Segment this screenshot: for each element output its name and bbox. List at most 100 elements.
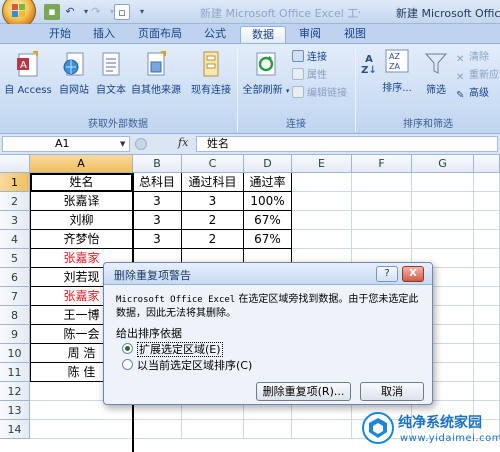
sheet-cell[interactable] [30, 420, 133, 439]
sheet-cell[interactable] [133, 420, 182, 439]
name-box[interactable]: A1 [2, 136, 130, 152]
current-selection-option[interactable]: 以当前选定区域排序(C) [122, 357, 252, 373]
connections-button[interactable]: 连接 [292, 50, 327, 65]
tab-home[interactable]: 开始 [40, 26, 80, 43]
row-header[interactable]: 12 [0, 382, 30, 401]
sheet-cell[interactable]: 3 [133, 230, 182, 249]
column-header[interactable]: C [182, 155, 244, 173]
sheet-cell[interactable] [474, 344, 500, 363]
tab-data[interactable]: 数据 [240, 26, 286, 43]
row-header[interactable]: 9 [0, 325, 30, 344]
save-icon[interactable]: ▪ [44, 4, 60, 20]
sheet-cell[interactable] [474, 363, 500, 382]
select-all-corner[interactable] [0, 155, 30, 173]
sheet-cell[interactable]: 姓名 [30, 173, 133, 192]
sheet-cell[interactable] [292, 211, 352, 230]
properties-button[interactable]: 属性 [292, 68, 327, 83]
help-button[interactable]: ? [376, 266, 398, 282]
edit-links-button[interactable]: 编辑链接 [292, 86, 347, 101]
customize-toolbar-icon[interactable]: ▾ [134, 4, 150, 20]
column-header[interactable] [474, 155, 500, 173]
tab-review[interactable]: 审阅 [290, 26, 330, 43]
sheet-cell[interactable]: 总科目 [133, 173, 182, 192]
sheet-cell[interactable] [474, 192, 500, 211]
sheet-cell[interactable]: 齐梦怡 [30, 230, 133, 249]
row-header[interactable]: 5 [0, 249, 30, 268]
filter-button[interactable]: 筛选 [420, 50, 452, 96]
remove-duplicates-button[interactable]: 删除重复项(R)... [256, 382, 351, 401]
sheet-cell[interactable] [182, 420, 244, 439]
sort-ascending-button[interactable]: A Z↓ [360, 54, 378, 76]
existing-connections-button[interactable]: 现有连接 [188, 50, 234, 96]
name-box-dropdown-icon[interactable]: ▼ [120, 140, 125, 148]
sheet-cell[interactable] [474, 325, 500, 344]
sheet-cell[interactable]: 通过科目 [182, 173, 244, 192]
column-header[interactable]: G [412, 155, 474, 173]
tab-formulas[interactable]: 公式 [195, 26, 235, 43]
row-header[interactable]: 4 [0, 230, 30, 249]
sheet-cell[interactable] [352, 192, 412, 211]
sheet-cell[interactable] [412, 192, 474, 211]
sheet-cell[interactable]: 张嘉译 [30, 192, 133, 211]
advanced-filter-button[interactable]: ✎ 高级 [456, 86, 489, 101]
sheet-cell[interactable] [412, 230, 474, 249]
sheet-cell[interactable] [474, 382, 500, 401]
row-header[interactable]: 1 [0, 173, 30, 192]
tab-view[interactable]: 视图 [335, 26, 375, 43]
close-button[interactable]: X [402, 266, 424, 282]
row-header[interactable]: 8 [0, 306, 30, 325]
print-preview-icon[interactable]: ▫ [114, 4, 130, 20]
sheet-cell[interactable]: 3 [182, 192, 244, 211]
row-header[interactable]: 2 [0, 192, 30, 211]
row-header[interactable]: 13 [0, 401, 30, 420]
redo-icon[interactable]: ↷ [88, 4, 104, 20]
tab-insert[interactable]: 插入 [84, 26, 124, 43]
sort-button[interactable]: AZ ZA 排序... [380, 48, 414, 94]
sheet-cell[interactable]: 3 [133, 192, 182, 211]
sheet-cell[interactable] [474, 230, 500, 249]
cancel-button[interactable]: 取消 [360, 382, 424, 401]
sheet-cell[interactable]: 67% [244, 230, 292, 249]
from-web-button[interactable]: 自网站 [54, 50, 94, 96]
from-text-button[interactable]: 自文本 [94, 50, 128, 96]
sheet-cell[interactable] [412, 211, 474, 230]
reapply-button[interactable]: ✕ 重新应 [456, 68, 499, 83]
radio-selected-icon[interactable] [122, 343, 133, 354]
column-header[interactable]: E [292, 155, 352, 173]
formula-input[interactable]: 姓名 [196, 136, 498, 152]
sheet-cell[interactable] [474, 306, 500, 325]
sheet-cell[interactable] [244, 420, 292, 439]
sheet-cell[interactable] [292, 420, 352, 439]
sheet-cell[interactable] [352, 211, 412, 230]
sheet-cell[interactable]: 3 [133, 211, 182, 230]
sheet-cell[interactable] [474, 268, 500, 287]
radio-unselected-icon[interactable] [122, 359, 133, 370]
sheet-cell[interactable] [292, 192, 352, 211]
column-header[interactable]: A [30, 155, 133, 173]
sheet-cell[interactable] [292, 173, 352, 192]
clear-filter-button[interactable]: ✕ 清除 [456, 50, 489, 65]
row-header[interactable]: 10 [0, 344, 30, 363]
row-header[interactable]: 6 [0, 268, 30, 287]
sheet-cell[interactable]: 67% [244, 211, 292, 230]
expand-selection-option[interactable]: 扩展选定区域(E) [122, 341, 223, 357]
insert-function-button[interactable]: fx [178, 136, 188, 149]
sheet-cell[interactable] [352, 230, 412, 249]
sheet-cell[interactable] [474, 211, 500, 230]
sheet-cell[interactable]: 刘柳 [30, 211, 133, 230]
sheet-cell[interactable] [474, 173, 500, 192]
column-header[interactable]: F [352, 155, 412, 173]
tab-page-layout[interactable]: 页面布局 [131, 26, 189, 43]
sheet-cell[interactable] [352, 173, 412, 192]
column-header[interactable]: B [133, 155, 182, 173]
column-header[interactable]: D [244, 155, 292, 173]
from-access-button[interactable]: A 自 Access [4, 50, 52, 96]
row-header[interactable]: 14 [0, 420, 30, 439]
undo-icon[interactable]: ↶ [62, 4, 78, 20]
from-other-sources-button[interactable]: 自其他来源 [128, 50, 184, 96]
sheet-cell[interactable]: 2 [182, 230, 244, 249]
row-header[interactable]: 3 [0, 211, 30, 230]
sheet-cell[interactable] [412, 173, 474, 192]
sheet-cell[interactable]: 2 [182, 211, 244, 230]
sheet-cell[interactable]: 通过率 [244, 173, 292, 192]
